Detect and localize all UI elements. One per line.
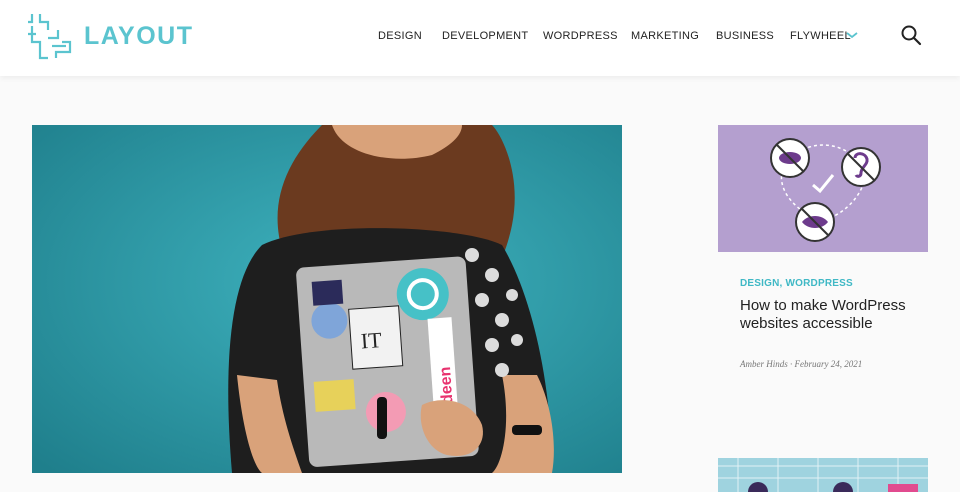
eye-icon — [770, 138, 810, 178]
nav-item-development[interactable]: DEVELOPMENT — [442, 29, 528, 43]
article-card-image[interactable] — [718, 125, 928, 252]
hero-image[interactable]: codeen IT — [32, 125, 622, 473]
article-card-image-2[interactable] — [718, 458, 928, 492]
accessibility-illustration — [770, 138, 881, 242]
article-title[interactable]: How to make WordPress websites accessibl… — [740, 297, 915, 333]
svg-text:IT: IT — [360, 327, 383, 353]
hero-photo: codeen IT — [32, 125, 622, 473]
nav-item-marketing[interactable]: MARKETING — [631, 29, 699, 43]
nav-item-design[interactable]: DESIGN — [378, 29, 422, 43]
article-illustration-2 — [718, 458, 928, 492]
lips-icon — [795, 202, 835, 242]
search-icon[interactable] — [900, 24, 922, 46]
chevron-down-icon[interactable] — [846, 30, 858, 40]
nav-item-wordpress[interactable]: WORDPRESS — [543, 29, 618, 43]
article-categories[interactable]: DESIGN, WORDPRESS — [740, 278, 853, 289]
site-logo[interactable]: LAYOUT — [26, 12, 193, 60]
site-header: LAYOUT DESIGN DEVELOPMENT WORDPRESS MARK… — [0, 0, 960, 76]
layout-logo-icon — [28, 14, 72, 60]
ear-icon — [841, 147, 881, 187]
logo-text: LAYOUT — [84, 21, 194, 50]
article-meta: Amber Hinds · February 24, 2021 — [740, 359, 863, 369]
nav-item-flywheel[interactable]: FLYWHEEL — [790, 29, 851, 43]
nav-item-business[interactable]: BUSINESS — [716, 29, 774, 43]
